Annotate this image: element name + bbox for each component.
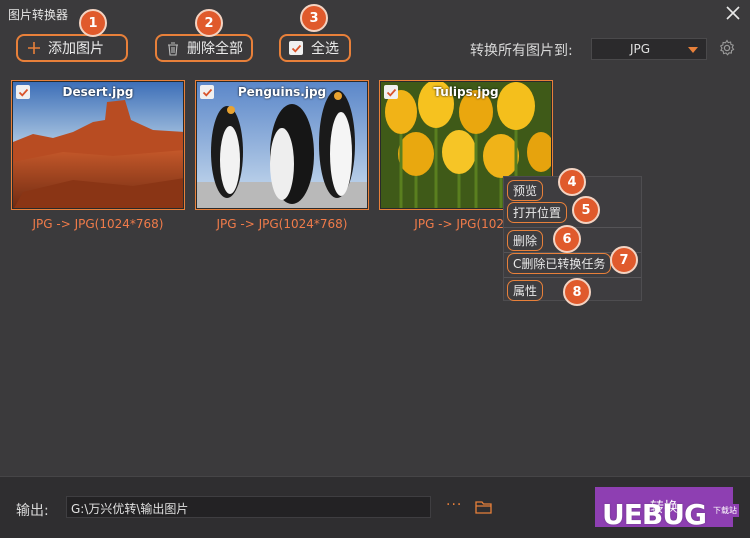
callout-badge-2: 2 [195, 9, 223, 37]
delete-all-label: 删除全部 [187, 41, 243, 57]
callout-badge-4: 4 [558, 168, 586, 196]
watermark-subtitle: 下载站 [711, 504, 739, 517]
menu-item-delete-converted[interactable]: C删除已转换任务 [507, 253, 612, 274]
image-filename: Penguins.jpg [237, 85, 327, 99]
callout-badge-5: 5 [572, 196, 600, 224]
callout-badge-8: 8 [563, 278, 591, 306]
menu-item-preview[interactable]: 预览 [507, 180, 544, 201]
menu-item-properties[interactable]: 属性 [507, 280, 544, 301]
more-options-button[interactable]: ··· [446, 497, 462, 513]
output-format-select[interactable]: JPG [591, 38, 707, 60]
folder-icon[interactable] [475, 499, 493, 515]
image-card-desert[interactable]: Desert.jpg JPG -> JPG(1024*768) [11, 80, 185, 231]
callout-badge-1: 1 [79, 9, 107, 37]
penguins-thumbnail [197, 82, 367, 208]
select-all-checkbox[interactable]: 全选 [279, 34, 351, 62]
output-format-value: JPG [630, 42, 651, 56]
add-images-button[interactable]: 添加图片 [16, 34, 128, 62]
select-all-label: 全选 [311, 41, 339, 57]
image-filename: Tulips.jpg [433, 85, 499, 99]
chevron-down-icon [688, 47, 698, 53]
callout-badge-3: 3 [300, 4, 328, 32]
uebug-watermark: UEBUG 下载站 [598, 498, 748, 534]
plus-icon [26, 40, 42, 56]
callout-badge-6: 6 [553, 225, 581, 253]
output-path-field[interactable]: G:\万兴优转\输出图片 [66, 496, 431, 518]
image-filename: Desert.jpg [62, 85, 134, 99]
conversion-caption: JPG -> JPG(1024*768) [32, 217, 164, 231]
convert-all-to-label: 转换所有图片到: [470, 43, 573, 59]
add-images-label: 添加图片 [48, 41, 104, 57]
watermark-logo: UEBUG [602, 498, 707, 531]
output-label: 输出: [16, 503, 49, 519]
title-bar: 图片转换器 [0, 0, 750, 28]
menu-item-delete[interactable]: 删除 [507, 230, 544, 251]
callout-badge-7: 7 [610, 246, 638, 274]
trash-icon [165, 40, 181, 56]
desert-thumbnail [13, 82, 183, 208]
toolbar: 添加图片 删除全部 全选 转换所有图片到: JPG [0, 28, 750, 68]
delete-all-button[interactable]: 删除全部 [155, 34, 253, 62]
close-icon[interactable] [724, 4, 742, 22]
conversion-caption: JPG -> JPG(1024*768) [216, 217, 348, 231]
gear-icon[interactable] [718, 39, 736, 57]
checkbox-checked-icon [289, 41, 303, 55]
image-card-penguins[interactable]: Penguins.jpg JPG -> JPG(1024*768) [195, 80, 369, 231]
menu-item-open-location[interactable]: 打开位置 [507, 202, 568, 223]
window-title: 图片转换器 [8, 8, 69, 22]
